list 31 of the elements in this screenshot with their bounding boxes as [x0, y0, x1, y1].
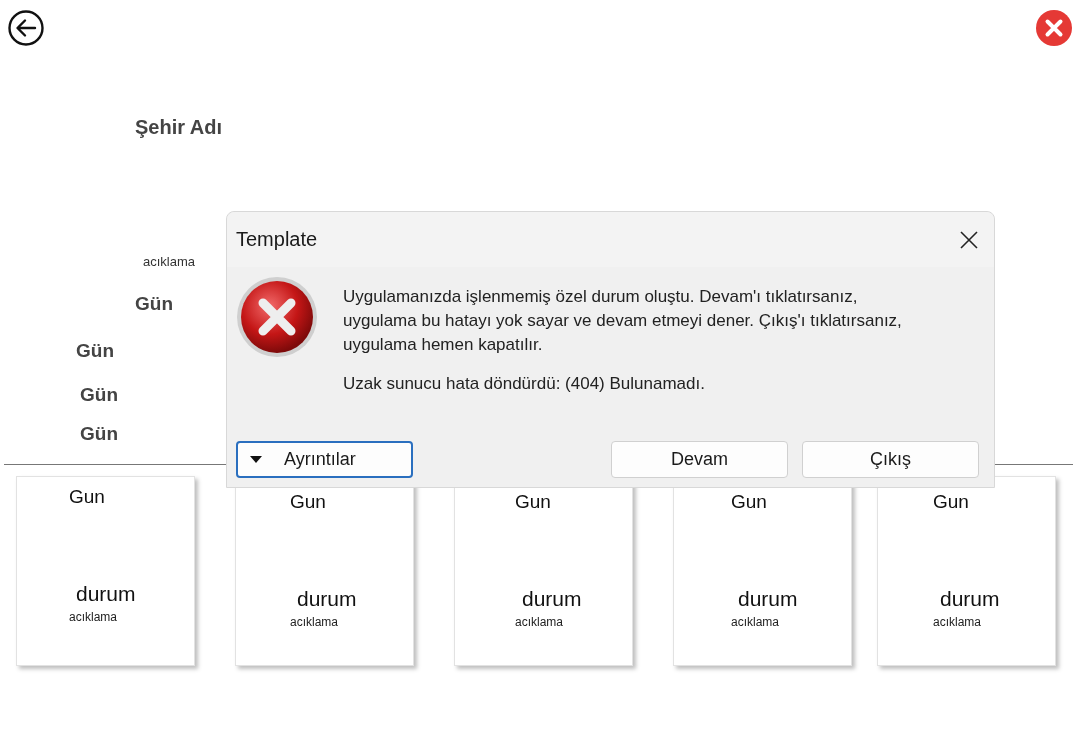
description-label: acıklama — [731, 615, 780, 629]
continue-button[interactable]: Devam — [611, 441, 788, 478]
day-label: Gün — [80, 384, 118, 406]
status-label: durum — [522, 587, 582, 611]
back-icon[interactable] — [8, 10, 44, 46]
caret-icon — [250, 456, 262, 463]
quit-button[interactable]: Çıkış — [802, 441, 979, 478]
error-icon — [235, 275, 319, 359]
error-message: Uygulamanızda işlenmemiş özel durum oluştu. Devam'ı tıklatırsanız, uygulama bu hatayı yok sayar ve devam etmeyi dener. Çıkış'ı tıklatırsanız, uygulama hemen kapatılır. — [343, 286, 903, 356]
description-label: acıklama — [515, 615, 564, 629]
status-label: durum — [940, 587, 1000, 611]
day-label: Gün — [76, 340, 114, 362]
day-label: Gun — [69, 486, 105, 508]
caption-label: acıklama — [143, 254, 196, 269]
day-label: Gun — [933, 491, 969, 513]
description-label: acıklama — [933, 615, 982, 629]
status-label: durum — [76, 582, 136, 606]
description-label: acıklama — [290, 615, 339, 629]
day-label: Gün — [80, 423, 118, 445]
day-label: Gün — [135, 293, 173, 315]
day-label: Gun — [731, 491, 767, 513]
error-detail: Uzak sunucu hata döndürdü: (404) Bulunamadı. — [343, 374, 706, 394]
description-label: acıklama — [69, 610, 118, 624]
day-label: Gun — [515, 491, 551, 513]
status-label: durum — [297, 587, 357, 611]
status-label: durum — [738, 587, 798, 611]
dialog-title: Template — [236, 228, 318, 251]
day-label: Gun — [290, 491, 326, 513]
details-button[interactable]: Ayrıntılar — [236, 441, 413, 478]
close-icon[interactable] — [960, 230, 978, 249]
city-title: Şehir Adı — [135, 116, 224, 139]
